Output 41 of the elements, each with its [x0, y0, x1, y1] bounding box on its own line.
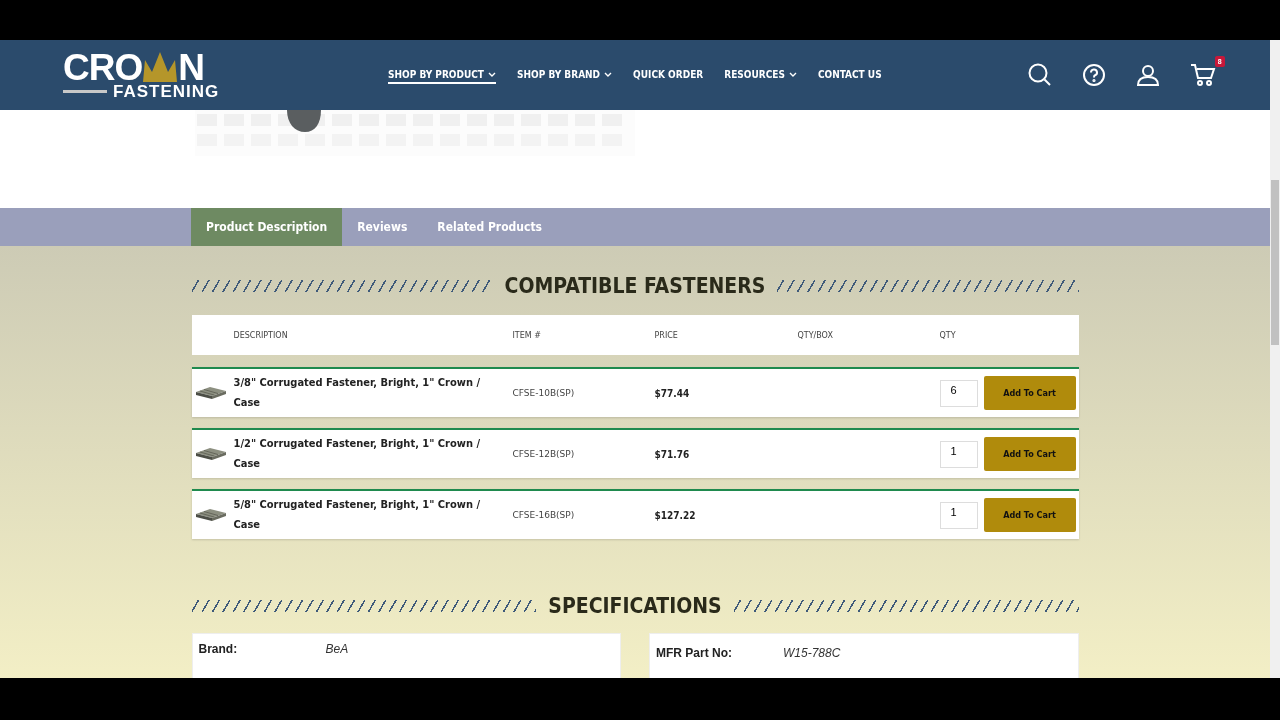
column-header: PRICE: [654, 330, 679, 340]
item-number: CFSE-10B(SP): [512, 388, 576, 398]
add-to-cart-button[interactable]: Add To Cart: [983, 437, 1076, 471]
spec-value: W15-788C: [783, 646, 842, 660]
add-to-cart-button[interactable]: Add To Cart: [983, 376, 1076, 410]
quantity-field[interactable]: 6: [939, 379, 978, 407]
spec-label: MFR Part No:: [656, 646, 733, 660]
spec-label: Brand:: [198, 642, 239, 656]
item-number: CFSE-12B(SP): [512, 449, 576, 459]
column-header: QTY/BOX: [797, 330, 834, 340]
nav-link[interactable]: QUICK ORDER: [633, 66, 704, 84]
price: $127.22: [654, 509, 697, 521]
item-number: CFSE-16B(SP): [512, 510, 576, 520]
spec-value: BeA: [325, 642, 350, 656]
nav-link[interactable]: RESOURCES: [724, 66, 797, 84]
nav-link[interactable]: SHOP BY BRAND: [517, 66, 613, 84]
nav-link[interactable]: CONTACT US: [817, 66, 882, 84]
logo-text: CRO: [63, 52, 143, 83]
nav-link[interactable]: SHOP BY PRODUCT: [388, 66, 496, 84]
column-header: ITEM #: [512, 330, 542, 340]
quantity-field[interactable]: 1: [939, 501, 978, 529]
user-icon[interactable]: [1135, 63, 1160, 87]
help-icon[interactable]: [1081, 63, 1106, 87]
price: $71.76: [654, 448, 691, 460]
quantity-field[interactable]: 1: [939, 440, 978, 468]
section-heading: COMPATIBLE FASTENERS: [504, 274, 766, 298]
section-heading: SPECIFICATIONS: [548, 594, 722, 618]
product-description: 5/8" Corrugated Fastener, Bright, 1" Crown / Case: [233, 497, 481, 533]
add-to-cart-button[interactable]: Add To Cart: [983, 498, 1076, 532]
crown-icon: [142, 50, 179, 83]
product-description: 3/8" Corrugated Fastener, Bright, 1" Crown / Case: [233, 375, 481, 411]
logo-text: N: [178, 52, 204, 83]
product-description: 1/2" Corrugated Fastener, Bright, 1" Crown / Case: [233, 436, 481, 472]
tab[interactable]: Product Description: [191, 208, 343, 246]
cart-icon: [1189, 63, 1216, 87]
search-icon[interactable]: [1027, 63, 1052, 87]
column-header: DESCRIPTION: [233, 330, 289, 340]
column-header: QTY: [939, 330, 957, 340]
price: $77.44: [654, 387, 691, 399]
logo-text: FASTENING: [113, 82, 220, 100]
scrollbar[interactable]: [1270, 40, 1280, 678]
